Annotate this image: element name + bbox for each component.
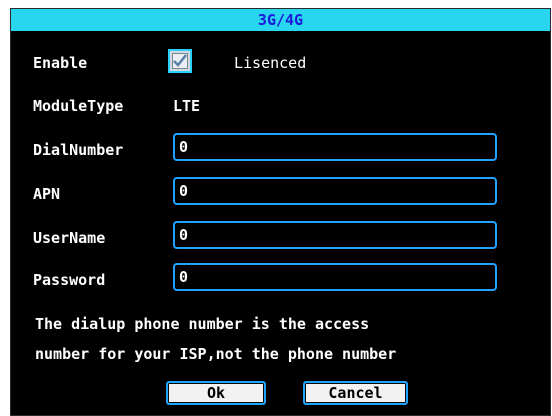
license-status: Lisenced — [234, 54, 307, 72]
module-type-label: ModuleType — [33, 97, 124, 115]
cancel-button[interactable]: Cancel — [303, 381, 408, 405]
password-label: Password — [33, 271, 106, 289]
username-label: UserName — [33, 229, 106, 247]
checkmark-icon — [173, 54, 187, 67]
password-input[interactable]: 0 — [173, 263, 497, 291]
enable-label: Enable — [33, 54, 88, 72]
dialog-3g4g: 3G/4G Enable Lisenced ModuleType LTE Dia… — [10, 8, 551, 416]
username-input[interactable]: 0 — [173, 221, 497, 249]
module-type-value: LTE — [173, 97, 201, 115]
apn-input[interactable]: 0 — [173, 177, 497, 205]
ok-button[interactable]: Ok — [166, 381, 266, 405]
dialnumber-input[interactable]: 0 — [173, 133, 497, 161]
apn-label: APN — [33, 185, 61, 203]
hint-line-2: number for your ISP,not the phone number — [35, 345, 397, 363]
hint-line-1: The dialup phone number is the access — [35, 315, 370, 333]
enable-checkbox[interactable] — [168, 49, 192, 73]
dialnumber-label: DialNumber — [33, 141, 124, 159]
window-title: 3G/4G — [11, 9, 550, 31]
